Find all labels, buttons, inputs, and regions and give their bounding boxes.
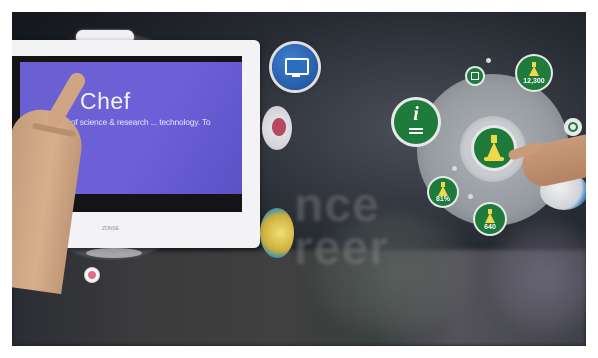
photograph: nce reer Chef to Advance ... of science … <box>12 12 586 346</box>
monitor-brand-label: ZONSE <box>102 226 120 232</box>
monitor-foot-shadow <box>86 248 142 258</box>
info-icon[interactable]: i <box>394 100 438 144</box>
background-text-line: reer <box>294 222 389 276</box>
disc-center <box>272 118 286 136</box>
hub-dot <box>452 166 457 171</box>
power-button[interactable] <box>85 268 99 282</box>
blurred-background-text: nce reer <box>294 179 389 276</box>
screen-title: Chef <box>80 88 131 114</box>
node-value: 640 <box>484 224 496 231</box>
node-value: 12,300 <box>523 78 545 85</box>
flask-node-bottom[interactable]: 640 <box>475 204 505 234</box>
target-icon[interactable] <box>564 118 582 136</box>
background-text-line: nce <box>294 179 380 232</box>
monitor-glyph <box>285 58 309 75</box>
hub-dot <box>486 58 491 63</box>
list-lines-glyph <box>409 128 423 130</box>
power-icon <box>88 271 96 279</box>
floating-disc-icon[interactable] <box>262 106 292 150</box>
floating-disc-icon[interactable] <box>260 208 294 258</box>
info-symbol: i <box>413 103 419 125</box>
flask-node-left[interactable]: 81% <box>429 178 457 206</box>
photo-frame: nce reer Chef to Advance ... of science … <box>0 0 598 358</box>
monitor-stand-glyph <box>292 74 300 77</box>
monitor-icon[interactable] <box>272 44 318 90</box>
square-icon[interactable] <box>467 68 483 84</box>
flask-node-top[interactable]: 12,300 <box>517 56 551 90</box>
hub-dot <box>468 194 473 199</box>
flask-icon[interactable] <box>474 128 514 168</box>
node-value: 81% <box>435 196 450 203</box>
